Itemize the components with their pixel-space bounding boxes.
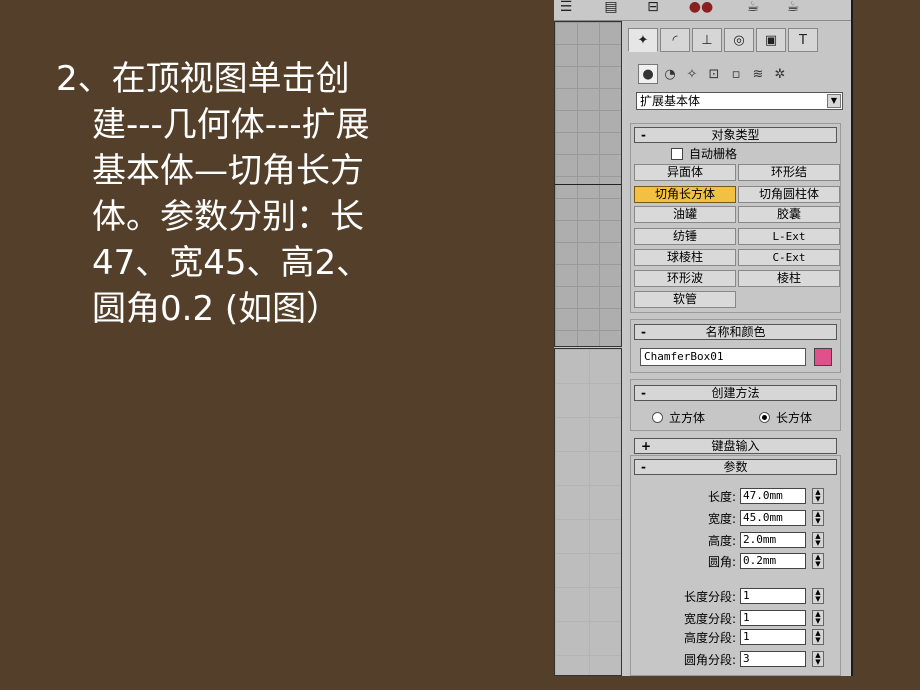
name-color-header[interactable]: - 名称和颜色 bbox=[634, 324, 837, 340]
object-button[interactable]: 球棱柱 bbox=[634, 249, 736, 266]
width-segs-spinner[interactable]: ▲ ▼ bbox=[812, 610, 824, 626]
fillet-spinner[interactable]: ▲ ▼ bbox=[812, 553, 824, 569]
object-button[interactable]: 棱柱 bbox=[738, 270, 840, 287]
length-segs-spinner[interactable]: ▲ ▼ bbox=[812, 588, 824, 604]
perspective-viewport[interactable] bbox=[554, 348, 622, 676]
main-toolbar: ☰ ▤ ⊟ ●● ☕ ☕ bbox=[554, 0, 851, 21]
chevron-down-icon[interactable]: ▼ bbox=[827, 94, 841, 108]
max-app-screenshot: ☰ ▤ ⊟ ●● ☕ ☕ ✦ ◜ ⊥ ◎ ▣ T ● ◔ ✧ ⊡ ▫ ≋ ✲ 扩… bbox=[554, 0, 851, 676]
material-icon[interactable]: ●● bbox=[688, 0, 714, 17]
command-tabs: ✦ ◜ ⊥ ◎ ▣ T bbox=[628, 28, 818, 54]
height-segs-field[interactable]: 1 bbox=[740, 629, 806, 645]
checkbox-box[interactable] bbox=[671, 147, 683, 160]
slide-instructions: 2、在顶视图单击创 建---几何体---扩展 基本体—切角长方 体。参数分别：长… bbox=[56, 56, 436, 332]
instruction-line: 基本体—切角长方 bbox=[92, 151, 364, 191]
instruction-line: 2、在顶视图单击创 bbox=[56, 59, 350, 99]
object-button[interactable]: 切角圆柱体 bbox=[738, 186, 840, 203]
teapot-icon[interactable]: ☕ bbox=[778, 0, 808, 17]
length-segs-field[interactable]: 1 bbox=[740, 588, 806, 604]
object-type-header[interactable]: - 对象类型 bbox=[634, 127, 837, 143]
autogrid-label: 自动栅格 bbox=[689, 147, 738, 161]
lights-icon[interactable]: ✧ bbox=[682, 64, 702, 84]
fillet-segs-label: 圆角分段: bbox=[683, 653, 736, 667]
fillet-segs-field[interactable]: 3 bbox=[740, 651, 806, 667]
autogrid-checkbox[interactable]: 自动栅格 bbox=[671, 145, 737, 162]
height-label: 高度: bbox=[707, 534, 736, 548]
utilities-icon[interactable]: T bbox=[788, 28, 818, 52]
object-button[interactable]: 环形波 bbox=[634, 270, 736, 287]
motion-icon[interactable]: ◎ bbox=[724, 28, 754, 52]
height-field[interactable]: 2.0mm bbox=[740, 532, 806, 548]
height-segs-label: 高度分段: bbox=[683, 631, 736, 645]
systems-icon[interactable]: ✲ bbox=[770, 64, 790, 84]
width-segs-label: 宽度分段: bbox=[683, 612, 736, 626]
object-button[interactable]: 油罐 bbox=[634, 206, 736, 223]
instruction-line: 47、宽45、高2、 bbox=[92, 243, 371, 283]
radio-cube-label: 立方体 bbox=[669, 411, 706, 425]
layers-icon[interactable]: ☰ bbox=[556, 0, 576, 17]
command-panel: ✦ ◜ ⊥ ◎ ▣ T ● ◔ ✧ ⊡ ▫ ≋ ✲ 扩展基本体 ▼ - 对象类型 … bbox=[626, 22, 851, 676]
teapot-icon[interactable]: ☕ bbox=[738, 0, 768, 17]
length-field[interactable]: 47.0mm bbox=[740, 488, 806, 504]
object-name-field[interactable]: ChamferBox01 bbox=[640, 348, 806, 366]
length-spinner[interactable]: ▲ ▼ bbox=[812, 488, 824, 504]
top-viewport[interactable] bbox=[554, 21, 622, 347]
create-subcategory-bar: ● ◔ ✧ ⊡ ▫ ≋ ✲ bbox=[638, 64, 790, 84]
geometry-icon[interactable]: ● bbox=[638, 64, 658, 84]
object-button[interactable]: 环形结 bbox=[738, 164, 840, 181]
parameters-header[interactable]: - 参数 bbox=[634, 459, 837, 475]
instruction-line: 体。参数分别：长 bbox=[92, 197, 364, 237]
object-button[interactable]: 纺锤 bbox=[634, 228, 736, 245]
hierarchy-icon[interactable]: ⊥ bbox=[692, 28, 722, 52]
table-icon[interactable]: ▤ bbox=[598, 0, 624, 17]
fillet-segs-spinner[interactable]: ▲ ▼ bbox=[812, 651, 824, 667]
length-label: 长度: bbox=[707, 490, 736, 504]
keyboard-entry-header[interactable]: + 键盘输入 bbox=[634, 438, 837, 454]
radio-cube[interactable]: 立方体 bbox=[652, 409, 705, 426]
display-icon[interactable]: ▣ bbox=[756, 28, 786, 52]
width-label: 宽度: bbox=[707, 512, 736, 526]
width-spinner[interactable]: ▲ ▼ bbox=[812, 510, 824, 526]
object-button[interactable]: L-Ext bbox=[738, 228, 840, 245]
instruction-line: 圆角0.2 (如图） bbox=[92, 289, 341, 329]
radio-button[interactable] bbox=[759, 412, 770, 423]
height-segs-spinner[interactable]: ▲ ▼ bbox=[812, 629, 824, 645]
object-button[interactable]: C-Ext bbox=[738, 249, 840, 266]
fillet-label: 圆角: bbox=[707, 555, 736, 569]
shapes-icon[interactable]: ◔ bbox=[660, 64, 680, 84]
panel-edge bbox=[851, 0, 853, 676]
radio-box[interactable]: 长方体 bbox=[759, 409, 812, 426]
width-segs-field[interactable]: 1 bbox=[740, 610, 806, 626]
height-spinner[interactable]: ▲ ▼ bbox=[812, 532, 824, 548]
object-button[interactable]: 软管 bbox=[634, 291, 736, 308]
category-dropdown[interactable]: 扩展基本体 ▼ bbox=[636, 92, 843, 110]
create-icon[interactable]: ✦ bbox=[628, 28, 658, 52]
modify-icon[interactable]: ◜ bbox=[660, 28, 690, 52]
width-field[interactable]: 45.0mm bbox=[740, 510, 806, 526]
object-color-swatch[interactable] bbox=[814, 348, 832, 366]
chamferbox-button[interactable]: 切角长方体 bbox=[634, 186, 736, 203]
radio-button[interactable] bbox=[652, 412, 663, 423]
length-segs-label: 长度分段: bbox=[683, 590, 736, 604]
object-button[interactable]: 异面体 bbox=[634, 164, 736, 181]
object-button[interactable]: 胶囊 bbox=[738, 206, 840, 223]
radio-box-label: 长方体 bbox=[776, 411, 813, 425]
helpers-icon[interactable]: ▫ bbox=[726, 64, 746, 84]
instruction-line: 建---几何体---扩展 bbox=[92, 105, 370, 145]
fillet-field[interactable]: 0.2mm bbox=[740, 553, 806, 569]
spacewarps-icon[interactable]: ≋ bbox=[748, 64, 768, 84]
render-icon[interactable]: ⊟ bbox=[640, 0, 666, 17]
cameras-icon[interactable]: ⊡ bbox=[704, 64, 724, 84]
category-dropdown-value: 扩展基本体 bbox=[640, 94, 701, 108]
creation-method-header[interactable]: - 创建方法 bbox=[634, 385, 837, 401]
